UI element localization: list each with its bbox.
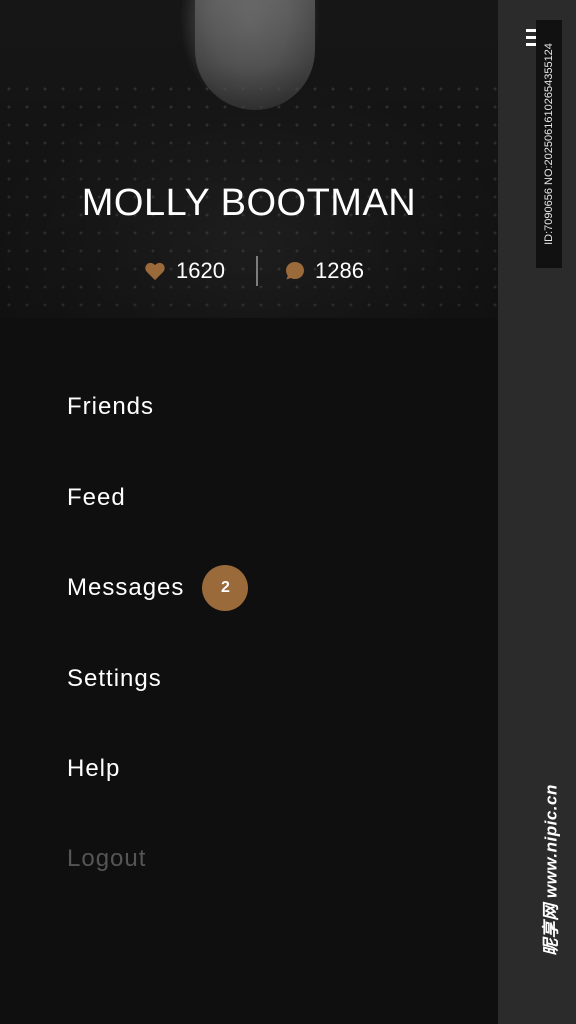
- profile-stats: 1620 1286: [0, 254, 498, 292]
- comments-stat[interactable]: 1286: [285, 258, 364, 284]
- watermark-site: 昵享网 www.nipic.cn: [538, 720, 561, 1020]
- menu-item-label: Feed: [67, 484, 126, 511]
- heart-icon: [145, 262, 165, 281]
- watermark-id: ID:7090656 NO:20250616102654355124: [536, 20, 562, 268]
- profile-name: MOLLY BOOTMAN: [81, 182, 417, 224]
- menu-item-label: Messages: [67, 574, 185, 601]
- menu-item-feed[interactable]: Feed: [67, 472, 126, 524]
- messages-badge: 2: [202, 565, 249, 611]
- watermark-id-text: ID:7090656 NO:20250616102654355124: [543, 43, 555, 245]
- navigation-drawer: MOLLY BOOTMAN 1620 1286 Friends Feed Mes…: [0, 0, 498, 1024]
- chat-bubble-icon: [286, 262, 304, 280]
- menu-item-label: Settings: [67, 665, 162, 692]
- profile-photo: [195, 0, 315, 110]
- menu-item-messages[interactable]: Messages 2: [67, 562, 249, 614]
- menu-item-friends[interactable]: Friends: [67, 381, 154, 433]
- watermark-site-text: 昵享网 www.nipic.cn: [541, 784, 561, 956]
- likes-stat[interactable]: 1620: [144, 258, 225, 284]
- menu-item-label: Friends: [67, 393, 155, 420]
- stats-divider: [256, 256, 258, 286]
- menu-item-label: Logout: [67, 845, 147, 872]
- menu-item-help[interactable]: Help: [67, 743, 120, 795]
- menu-item-label: Help: [67, 755, 121, 782]
- comments-count: 1286: [315, 258, 364, 283]
- menu-item-logout[interactable]: Logout: [67, 833, 146, 885]
- menu-item-settings[interactable]: Settings: [67, 653, 162, 705]
- profile-header: MOLLY BOOTMAN 1620 1286: [0, 0, 498, 318]
- likes-count: 1620: [176, 258, 225, 283]
